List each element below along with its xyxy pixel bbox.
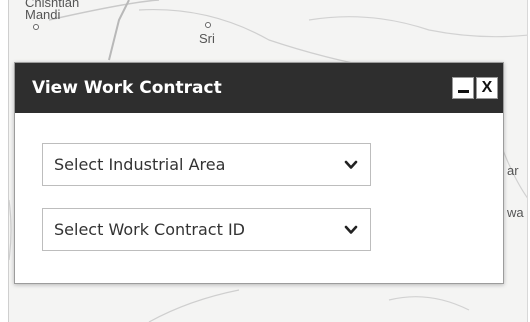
dialog-header[interactable]: View Work Contract X [15,63,503,113]
minimize-button[interactable] [452,77,474,99]
chevron-down-icon [344,160,358,169]
industrial-area-select[interactable]: Select Industrial Area [42,143,371,186]
close-button[interactable]: X [476,77,498,99]
chevron-down-icon [344,225,358,234]
minus-icon [457,89,469,93]
work-contract-id-select-value: Select Work Contract ID [54,220,245,239]
close-icon: X [481,79,493,96]
dialog-title: View Work Contract [32,78,222,98]
work-contract-id-select[interactable]: Select Work Contract ID [42,208,371,251]
map-label-ar: ar [507,163,519,178]
view-work-contract-dialog: View Work Contract X Select Industrial A… [14,62,504,284]
map-label-sri: Sri [199,31,215,46]
map-label-wa: wa [507,205,524,220]
map-city-marker [205,22,211,28]
map-city-marker [33,24,39,30]
industrial-area-select-value: Select Industrial Area [54,155,226,174]
map-label-mandi: Mandi [25,7,61,22]
